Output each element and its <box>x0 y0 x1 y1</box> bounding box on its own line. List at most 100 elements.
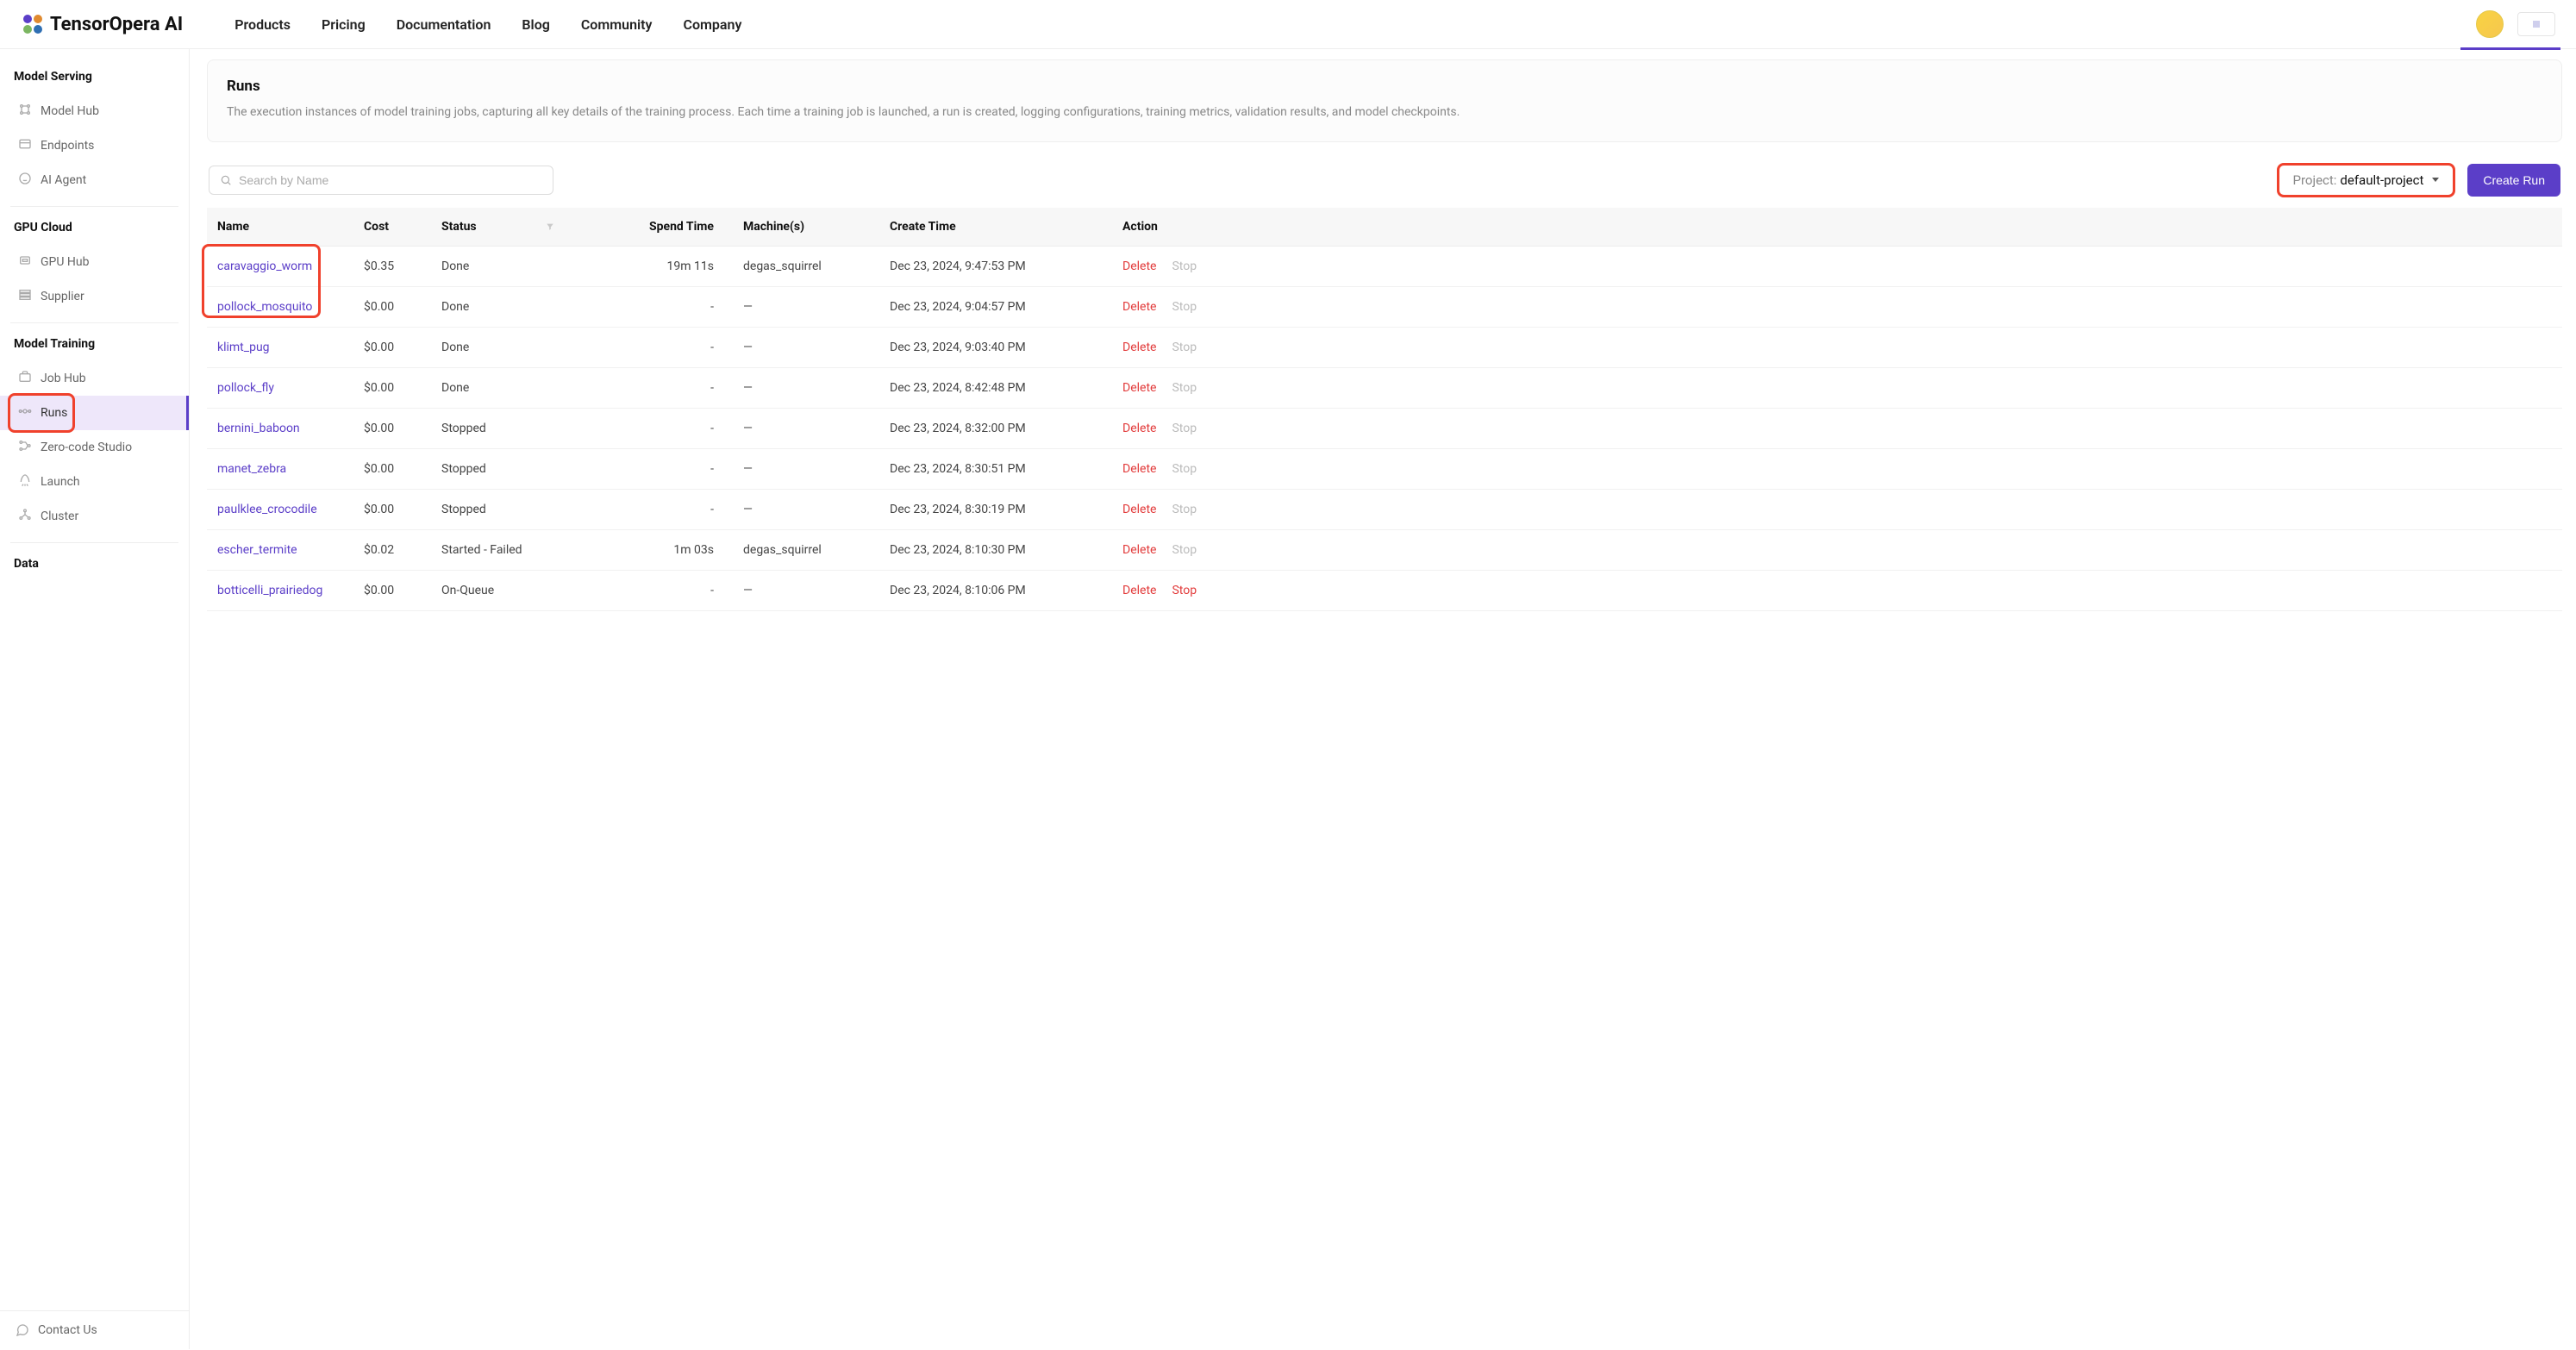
chevron-down-icon <box>2432 178 2439 182</box>
col-status[interactable]: Status <box>431 208 612 247</box>
run-name-link[interactable]: bernini_baboon <box>217 422 300 435</box>
col-create[interactable]: Create Time <box>879 208 1112 247</box>
delete-button[interactable]: Delete <box>1122 422 1156 435</box>
launch-icon <box>18 473 32 491</box>
sidebar-item-label: Job Hub <box>41 372 86 385</box>
delete-button[interactable]: Delete <box>1122 462 1156 476</box>
table-row: escher_termite$0.02Started - Failed1m 03… <box>207 529 2562 570</box>
nav-products[interactable]: Products <box>234 16 291 33</box>
run-cost: $0.00 <box>353 408 431 448</box>
delete-button[interactable]: Delete <box>1122 543 1156 557</box>
sidebar-item-supplier[interactable]: Supplier <box>0 279 189 314</box>
col-spend[interactable]: Spend Time <box>612 208 724 247</box>
chat-icon <box>16 1323 29 1337</box>
run-name-link[interactable]: pollock_mosquito <box>217 300 312 314</box>
run-name-link[interactable]: paulklee_crocodile <box>217 503 317 516</box>
run-create-time: Dec 23, 2024, 8:10:30 PM <box>879 529 1112 570</box>
stop-button: Stop <box>1172 300 1197 314</box>
nav-community[interactable]: Community <box>581 16 653 33</box>
table-row: manet_zebra$0.00Stopped-—Dec 23, 2024, 8… <box>207 448 2562 489</box>
supplier-icon <box>18 288 32 305</box>
sidebar-item-endpoints[interactable]: Endpoints <box>0 128 189 163</box>
run-status: Stopped <box>431 489 612 529</box>
run-create-time: Dec 23, 2024, 9:04:57 PM <box>879 286 1112 327</box>
run-spend-time: - <box>612 448 724 489</box>
table-row: caravaggio_worm$0.35Done19m 11sdegas_squ… <box>207 246 2562 286</box>
col-machines[interactable]: Machine(s) <box>724 208 879 247</box>
run-name-link[interactable]: botticelli_prairiedog <box>217 584 322 597</box>
nav-company[interactable]: Company <box>684 16 742 33</box>
col-status-label: Status <box>441 220 477 234</box>
page-title: Runs <box>227 78 2542 95</box>
run-name-link[interactable]: caravaggio_worm <box>217 259 312 273</box>
nav-documentation[interactable]: Documentation <box>397 16 491 33</box>
sidebar-item-ai-agent[interactable]: AI Agent <box>0 163 189 197</box>
logo-mark-icon <box>21 12 45 36</box>
search-input[interactable] <box>239 173 542 187</box>
stop-button[interactable]: Stop <box>1172 584 1197 597</box>
sidebar-item-zero-code-studio[interactable]: Zero-code Studio <box>0 430 189 465</box>
run-name-link[interactable]: escher_termite <box>217 543 297 557</box>
avatar[interactable] <box>2476 10 2504 38</box>
sidebar-item-cluster[interactable]: Cluster <box>0 499 189 534</box>
page-description: The execution instances of model trainin… <box>227 103 2542 122</box>
col-name[interactable]: Name <box>207 208 353 247</box>
delete-button[interactable]: Delete <box>1122 259 1156 273</box>
run-name-link[interactable]: klimt_pug <box>217 341 270 354</box>
delete-button[interactable]: Delete <box>1122 503 1156 516</box>
run-cost: $0.00 <box>353 286 431 327</box>
brand-logo[interactable]: TensorOpera AI <box>21 12 183 36</box>
col-cost[interactable]: Cost <box>353 208 431 247</box>
sidebar-item-label: Supplier <box>41 290 84 303</box>
sidebar-item-runs[interactable]: Runs <box>0 396 189 430</box>
run-spend-time: - <box>612 327 724 367</box>
sidebar-divider <box>10 322 178 323</box>
runs-highlight-annotation <box>8 393 75 433</box>
run-cost: $0.00 <box>353 367 431 408</box>
run-create-time: Dec 23, 2024, 8:30:19 PM <box>879 489 1112 529</box>
delete-button[interactable]: Delete <box>1122 584 1156 597</box>
table-row: botticelli_prairiedog$0.00On-Queue-—Dec … <box>207 570 2562 610</box>
sidebar-item-gpu-hub[interactable]: GPU Hub <box>0 245 189 279</box>
run-machines: — <box>724 408 879 448</box>
project-selector[interactable]: Project: default-project <box>2277 163 2456 197</box>
create-run-button[interactable]: Create Run <box>2467 164 2560 197</box>
header-action-box[interactable] <box>2517 12 2555 36</box>
filter-icon[interactable] <box>546 222 554 231</box>
contact-us-label: Contact Us <box>38 1323 97 1337</box>
search-box[interactable] <box>209 166 553 195</box>
run-machines: — <box>724 367 879 408</box>
run-actions: DeleteStop <box>1112 448 2562 489</box>
contact-us[interactable]: Contact Us <box>0 1310 189 1349</box>
run-machines: degas_squirrel <box>724 246 879 286</box>
run-cost: $0.00 <box>353 570 431 610</box>
run-name-link[interactable]: manet_zebra <box>217 462 286 476</box>
sidebar-item-launch[interactable]: Launch <box>0 465 189 499</box>
run-status: Done <box>431 286 612 327</box>
run-status: Stopped <box>431 448 612 489</box>
sidebar-item-job-hub[interactable]: Job Hub <box>0 361 189 396</box>
nav-blog[interactable]: Blog <box>522 16 549 33</box>
sidebar: Model ServingModel HubEndpointsAI AgentG… <box>0 49 190 1349</box>
run-actions: DeleteStop <box>1112 327 2562 367</box>
run-status: Done <box>431 367 612 408</box>
run-name-link[interactable]: pollock_fly <box>217 381 274 395</box>
run-create-time: Dec 23, 2024, 8:32:00 PM <box>879 408 1112 448</box>
run-create-time: Dec 23, 2024, 8:10:06 PM <box>879 570 1112 610</box>
run-machines: — <box>724 327 879 367</box>
delete-button[interactable]: Delete <box>1122 300 1156 314</box>
sidebar-divider <box>10 542 178 543</box>
run-spend-time: - <box>612 570 724 610</box>
delete-button[interactable]: Delete <box>1122 381 1156 395</box>
sidebar-item-model-hub[interactable]: Model Hub <box>0 94 189 128</box>
delete-button[interactable]: Delete <box>1122 341 1156 354</box>
brand-name: TensorOpera AI <box>50 14 183 35</box>
run-machines: — <box>724 286 879 327</box>
table-row: paulklee_crocodile$0.00Stopped-—Dec 23, … <box>207 489 2562 529</box>
project-value: default-project <box>2340 172 2423 188</box>
table-row: pollock_fly$0.00Done-—Dec 23, 2024, 8:42… <box>207 367 2562 408</box>
run-cost: $0.35 <box>353 246 431 286</box>
top-header: TensorOpera AI Products Pricing Documentat… <box>0 0 2576 49</box>
stop-button: Stop <box>1172 543 1197 557</box>
nav-pricing[interactable]: Pricing <box>322 16 366 33</box>
